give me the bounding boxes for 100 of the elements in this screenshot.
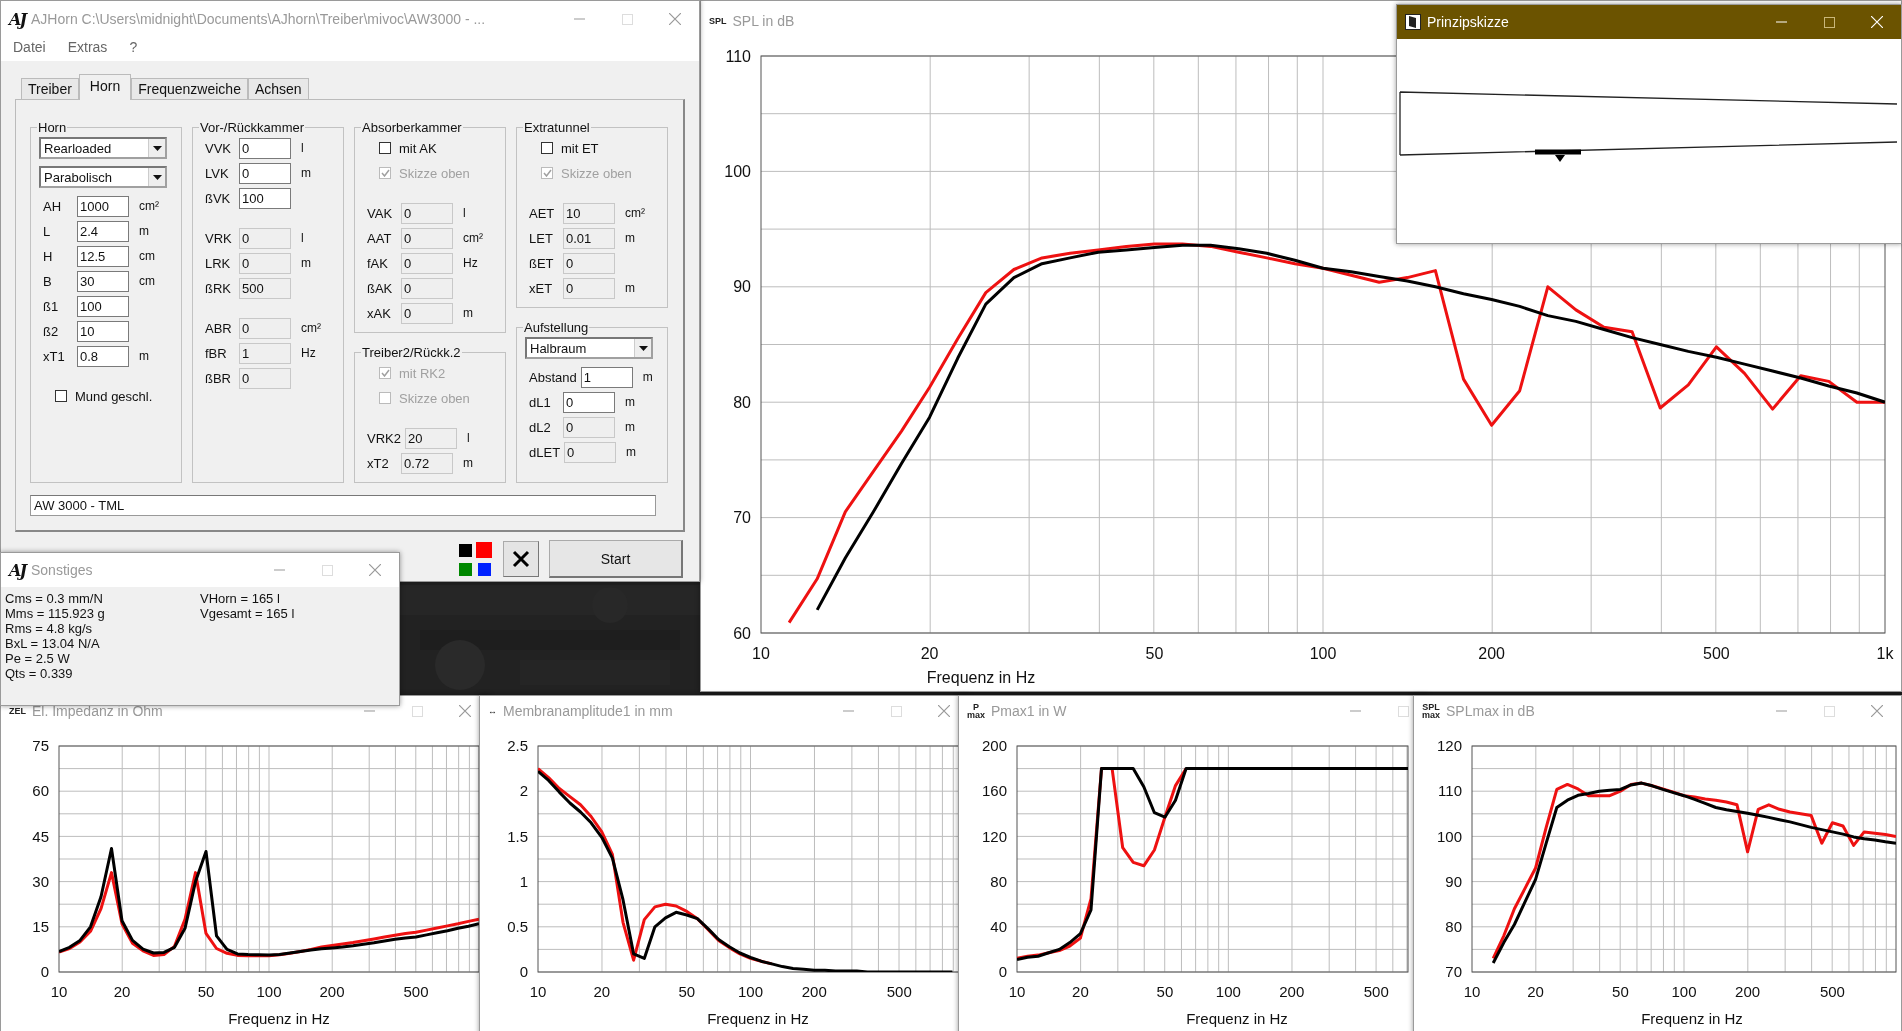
checkbox-label: Mund geschl.	[75, 388, 153, 404]
unit-label: m	[625, 281, 635, 295]
input-field[interactable]: 100	[239, 187, 291, 209]
tick-label: 70	[1445, 963, 1462, 981]
tick-label: 110	[1438, 782, 1462, 800]
checkbox[interactable]	[55, 390, 67, 402]
axis-label: Frequenz in Hz	[1186, 1010, 1288, 1027]
tab[interactable]: Horn	[78, 74, 132, 100]
info-line: Vgesamt = 165 l	[200, 606, 296, 621]
info-line: Mms = 115.923 g	[5, 606, 106, 621]
cancel-button[interactable]	[503, 541, 539, 577]
unit-label: l	[466, 431, 470, 445]
unit-label: cm²	[139, 199, 159, 213]
tick-label: 20	[593, 983, 611, 1000]
unit-label: cm	[139, 274, 155, 288]
chart-type-icon: ↔	[488, 707, 497, 715]
field-label: xAK	[366, 305, 392, 321]
menu-item[interactable]: ?	[129, 39, 138, 55]
checkbox-label: mit RK2	[399, 365, 446, 381]
checkbox-label: Skizze oben	[399, 390, 470, 406]
minimize-icon[interactable]	[1349, 710, 1361, 712]
unit-label: l	[301, 231, 304, 245]
window-title: Membranamplitude1 in mm	[503, 703, 673, 719]
unit-label: cm²	[301, 321, 321, 335]
unit-label: m	[301, 166, 311, 180]
input-field[interactable]: 0	[239, 137, 291, 159]
dropdown[interactable]: Parabolisch	[39, 166, 167, 188]
field-label: L	[42, 223, 52, 239]
tick-label: 100	[738, 983, 763, 1000]
window-title: Sonstiges	[31, 562, 93, 578]
unit-label: m	[625, 420, 635, 434]
name-field[interactable]: AW 3000 - TML	[30, 495, 656, 516]
menu-item[interactable]: Extras	[67, 39, 108, 55]
caret-icon	[638, 345, 648, 351]
tab[interactable]: Treiber	[21, 78, 79, 99]
menu-item[interactable]: Datei	[13, 39, 46, 55]
unit-label: l	[463, 206, 466, 220]
dropdown[interactable]: Rearloaded	[39, 137, 167, 159]
unit-label: Hz	[463, 256, 478, 270]
field-label: dL2	[528, 419, 552, 435]
input-field[interactable]: 100	[77, 295, 129, 317]
minimize-icon[interactable]	[363, 710, 375, 712]
dropdown[interactable]: Halbraum	[525, 337, 653, 359]
checkbox[interactable]	[379, 142, 391, 154]
unit-label: cm²	[463, 231, 483, 245]
tick-label: 120	[981, 827, 1007, 845]
window-title: AJHorn C:\Users\midnight\Documents\AJhorn\Treiber\mivoc\AW3000 - ...	[31, 11, 486, 27]
tick-label: 60	[32, 782, 49, 800]
tab[interactable]: Achsen	[247, 78, 309, 99]
input-field[interactable]: 1000	[77, 195, 129, 217]
tick-label: 100	[256, 983, 282, 1000]
tick-label: 500	[1703, 645, 1730, 662]
tick-label: 2	[519, 782, 528, 800]
minimize-icon[interactable]	[1775, 21, 1787, 23]
field-label: xET	[528, 280, 554, 296]
minimize-icon[interactable]	[573, 18, 585, 20]
tick-label: 50	[1612, 983, 1629, 1000]
field-label: ßET	[528, 255, 555, 271]
color-squares-icon[interactable]	[457, 541, 493, 577]
tick-label: 80	[990, 872, 1007, 890]
tick-label: 100	[1671, 983, 1697, 1000]
chart-type-icon: SPL max	[1422, 703, 1440, 719]
tick-label: 120	[1436, 737, 1462, 755]
field-label: dL1	[528, 394, 552, 410]
input-field[interactable]: 12.5	[77, 245, 129, 267]
tab[interactable]: Frequenzweiche	[131, 78, 248, 99]
unit-label: m	[463, 456, 473, 470]
chart-type-icon: P max	[967, 703, 985, 719]
tick-label: 500	[886, 983, 912, 1000]
minimize-icon[interactable]	[273, 569, 285, 571]
tick-label: 1k	[1876, 645, 1894, 662]
input-field[interactable]: 0.8	[77, 345, 129, 367]
app-logo: AJ	[9, 9, 25, 29]
field-label: ß1	[42, 298, 60, 314]
axis-label: Frequenz in Hz	[1641, 1010, 1743, 1027]
tick-label: 20	[920, 645, 939, 662]
unit-label: m	[139, 349, 149, 363]
tick-label: 20	[113, 983, 131, 1000]
maximize-icon[interactable]	[1823, 16, 1835, 28]
input-field[interactable]: 2.4	[77, 220, 129, 242]
field-label: LET	[528, 230, 554, 246]
tick-label: 0.5	[507, 918, 528, 936]
start-button[interactable]: Start	[549, 540, 683, 578]
minimize-icon[interactable]	[842, 710, 854, 712]
input-field[interactable]: 0	[239, 162, 291, 184]
window-title: El. Impedanz in Ohm	[32, 703, 163, 719]
input-field[interactable]: 1	[580, 366, 633, 388]
input-field[interactable]: 30	[77, 270, 129, 292]
field-label: VRK2	[366, 430, 401, 446]
checkbox[interactable]	[541, 142, 553, 154]
group-title: Treiber2/Rückk.2	[361, 345, 462, 360]
field-label: dLET	[528, 444, 561, 460]
info-line: Pe = 2.5 W	[5, 651, 71, 666]
minimize-icon[interactable]	[1775, 710, 1787, 712]
group-title: Absorberkammer	[361, 120, 463, 135]
tick-label: 15	[32, 918, 49, 936]
input-field[interactable]: 10	[77, 320, 129, 342]
input-field[interactable]: 0	[563, 391, 615, 413]
tick-label: 0	[519, 963, 528, 981]
tick-label: 1.5	[507, 827, 528, 845]
